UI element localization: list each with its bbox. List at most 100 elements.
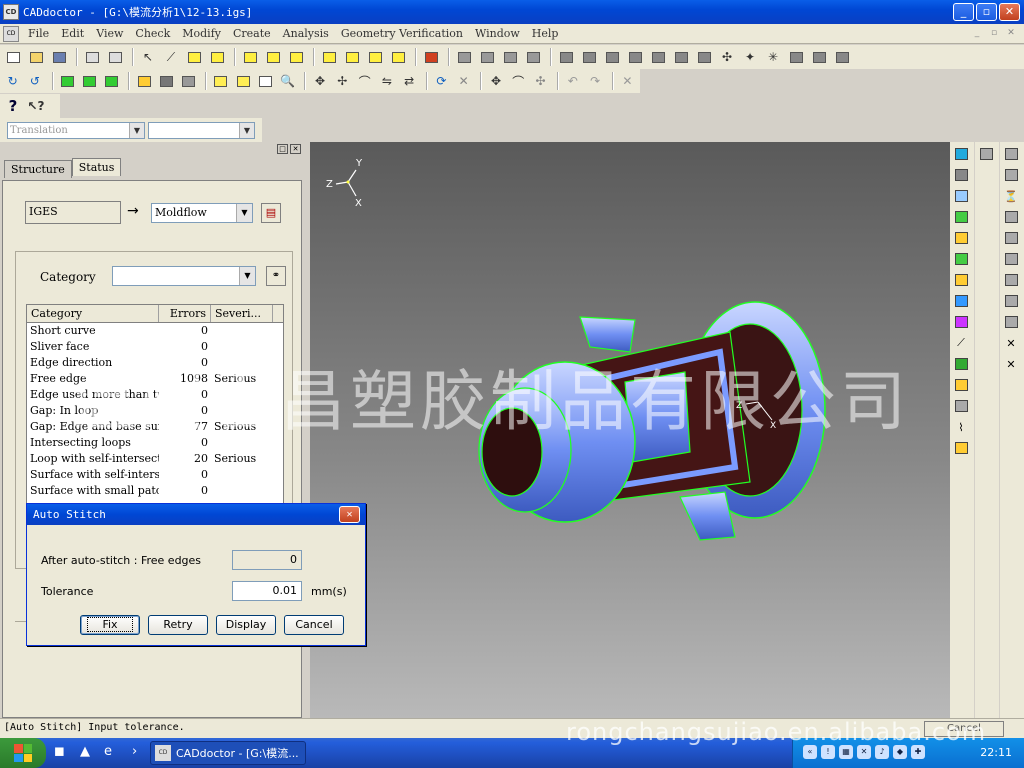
import-icon[interactable] bbox=[82, 47, 102, 67]
panel-restore-button[interactable]: □ bbox=[277, 144, 288, 154]
new-file-icon[interactable] bbox=[3, 47, 23, 67]
filter-3-icon[interactable] bbox=[286, 47, 306, 67]
3d-viewport[interactable]: Y Z X Z X bbox=[310, 142, 950, 718]
shade-2-icon[interactable] bbox=[477, 47, 497, 67]
modify-5-icon[interactable] bbox=[648, 47, 668, 67]
table-row[interactable]: Sliver face 0 bbox=[27, 339, 283, 355]
rotate-back-icon[interactable]: ↺ bbox=[25, 71, 44, 91]
binoculars-icon[interactable]: ⚭ bbox=[266, 266, 286, 286]
face-tool-4-icon[interactable] bbox=[952, 208, 970, 226]
filter-5-icon[interactable] bbox=[342, 47, 362, 67]
tool-3-icon[interactable]: ✣ bbox=[531, 71, 550, 91]
face-tool-1-icon[interactable] bbox=[952, 145, 970, 163]
minimize-button[interactable]: _ bbox=[953, 3, 974, 21]
modify-7-icon[interactable] bbox=[694, 47, 714, 67]
select-body-icon[interactable] bbox=[207, 47, 227, 67]
category-select[interactable]: ▼ bbox=[112, 266, 256, 286]
filter-4-icon[interactable] bbox=[319, 47, 339, 67]
tray-volume-icon[interactable]: ♪ bbox=[875, 745, 889, 759]
modify-4-icon[interactable] bbox=[625, 47, 645, 67]
side-tool-4-icon[interactable]: ⏳ bbox=[1002, 187, 1020, 205]
start-button[interactable] bbox=[0, 738, 46, 768]
table-row[interactable]: Surface with self-interse... 0 bbox=[27, 467, 283, 483]
table-row[interactable]: Gap: Edge and base surf... 77 Serious bbox=[27, 419, 283, 435]
view-top-icon[interactable] bbox=[80, 71, 99, 91]
mdi-restore-button[interactable]: ▫ bbox=[987, 27, 1001, 40]
select-pointer-icon[interactable]: ↖ bbox=[138, 47, 158, 67]
side-tool-10-icon[interactable] bbox=[1002, 313, 1020, 331]
translation-combo[interactable]: Translation ▼ bbox=[7, 122, 145, 139]
face-tool-11-icon[interactable] bbox=[952, 355, 970, 373]
face-tool-12-icon[interactable] bbox=[952, 376, 970, 394]
modify-2-icon[interactable] bbox=[579, 47, 599, 67]
tray-network-icon[interactable]: ▦ bbox=[839, 745, 853, 759]
menu-edit[interactable]: Edit bbox=[55, 27, 90, 40]
quicklaunch-more-icon[interactable]: › bbox=[132, 744, 137, 759]
face-tool-5-icon[interactable] bbox=[952, 229, 970, 247]
modify-13-icon[interactable] bbox=[832, 47, 852, 67]
face-tool-14-icon[interactable]: ⌇ bbox=[952, 418, 970, 436]
modify-10-icon[interactable]: ✳ bbox=[763, 47, 783, 67]
quicklaunch-2-icon[interactable]: ▲ bbox=[80, 744, 90, 759]
display-button[interactable]: Display bbox=[216, 615, 276, 635]
fit-select-icon[interactable] bbox=[234, 71, 253, 91]
face-tool-15-icon[interactable] bbox=[952, 439, 970, 457]
fix-button[interactable]: Fix bbox=[80, 615, 140, 635]
view-side-icon[interactable] bbox=[102, 71, 121, 91]
shade-1-icon[interactable] bbox=[454, 47, 474, 67]
cancel-button[interactable]: Cancel bbox=[284, 615, 344, 635]
secondary-combo[interactable]: ▼ bbox=[148, 122, 255, 139]
quicklaunch-ie-icon[interactable]: e bbox=[104, 744, 112, 759]
tray-security-icon[interactable]: ✕ bbox=[857, 745, 871, 759]
taskbar-item-caddoctor[interactable]: CD CADdoctor - [G:\模流... bbox=[150, 741, 306, 765]
face-tool-13-icon[interactable] bbox=[952, 397, 970, 415]
menu-analysis[interactable]: Analysis bbox=[277, 27, 335, 40]
tab-structure[interactable]: Structure bbox=[4, 160, 72, 178]
column-header-severity[interactable]: Severi... bbox=[211, 305, 273, 322]
tray-update-icon[interactable]: ✚ bbox=[911, 745, 925, 759]
modify-11-icon[interactable] bbox=[786, 47, 806, 67]
modify-6-icon[interactable] bbox=[671, 47, 691, 67]
menu-view[interactable]: View bbox=[90, 27, 129, 40]
side-tool-7-icon[interactable] bbox=[1002, 250, 1020, 268]
shade-4-icon[interactable] bbox=[523, 47, 543, 67]
view-front-icon[interactable] bbox=[58, 71, 77, 91]
table-row[interactable]: Edge used more than tw... 0 bbox=[27, 387, 283, 403]
tool-2-icon[interactable]: ⌒ bbox=[509, 71, 528, 91]
target-format-select[interactable]: Moldflow ▼ bbox=[151, 203, 253, 223]
cross-icon[interactable]: ✕ bbox=[454, 71, 473, 91]
face-tool-9-icon[interactable] bbox=[952, 313, 970, 331]
menu-modify[interactable]: Modify bbox=[176, 27, 227, 40]
quicklaunch-1-icon[interactable]: ◼ bbox=[54, 744, 65, 759]
redo-icon[interactable]: ↷ bbox=[585, 71, 604, 91]
view-iso-icon[interactable] bbox=[134, 71, 153, 91]
retry-button[interactable]: Retry bbox=[148, 615, 208, 635]
tool-1-icon[interactable]: ✥ bbox=[486, 71, 505, 91]
table-row[interactable]: Free edge 1098 Serious bbox=[27, 371, 283, 387]
table-row[interactable]: Intersecting loops 0 bbox=[27, 435, 283, 451]
mdi-close-button[interactable]: ✕ bbox=[1004, 27, 1018, 40]
menu-window[interactable]: Window bbox=[469, 27, 526, 40]
menu-help[interactable]: Help bbox=[526, 27, 565, 40]
side-tool-3-icon[interactable] bbox=[1002, 166, 1020, 184]
modify-12-icon[interactable] bbox=[809, 47, 829, 67]
filter-2-icon[interactable] bbox=[263, 47, 283, 67]
shade-3-icon[interactable] bbox=[500, 47, 520, 67]
column-header-category[interactable]: Category bbox=[27, 305, 159, 322]
move-icon[interactable]: ✢ bbox=[333, 71, 352, 91]
side-tool-2-icon[interactable] bbox=[1002, 145, 1020, 163]
tray-shield-icon[interactable]: ◆ bbox=[893, 745, 907, 759]
document-icon[interactable]: CD bbox=[3, 25, 19, 42]
help-icon[interactable]: ? bbox=[3, 96, 23, 116]
side-tool-5-icon[interactable] bbox=[1002, 208, 1020, 226]
side-tool-9-icon[interactable] bbox=[1002, 292, 1020, 310]
menu-check[interactable]: Check bbox=[129, 27, 176, 40]
zoom-icon[interactable]: 🔍 bbox=[278, 71, 297, 91]
select-face-icon[interactable] bbox=[184, 47, 204, 67]
face-tool-6-icon[interactable] bbox=[952, 250, 970, 268]
table-row[interactable]: Edge direction 0 bbox=[27, 355, 283, 371]
rotate-icon[interactable]: ↻ bbox=[3, 71, 22, 91]
face-tool-8-icon[interactable] bbox=[952, 292, 970, 310]
face-tool-2-icon[interactable] bbox=[952, 166, 970, 184]
face-tool-3-icon[interactable] bbox=[952, 187, 970, 205]
